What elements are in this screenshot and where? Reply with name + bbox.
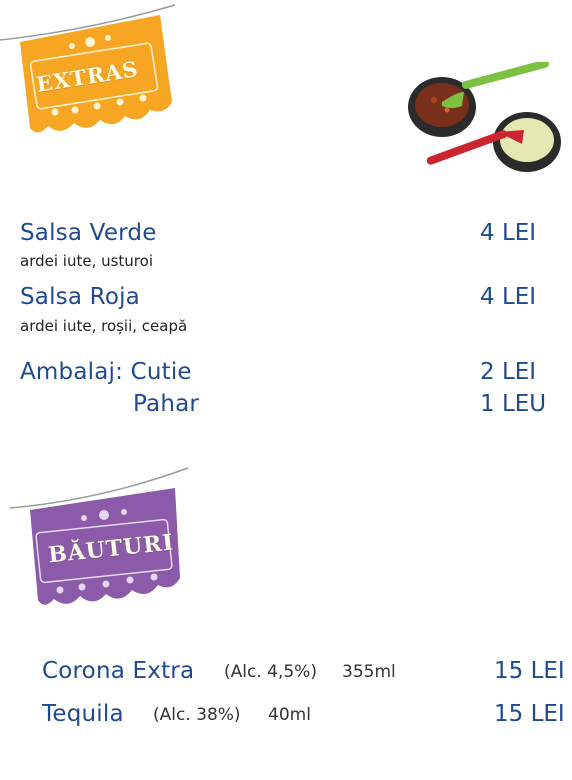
packaging-price-cup: 1 LEU — [480, 391, 547, 417]
packaging-label-cup: Pahar — [133, 391, 200, 417]
packaging-price-box: 2 LEI — [480, 359, 537, 385]
drink-price: 15 LEI — [494, 701, 565, 727]
item-price: 4 LEI — [480, 284, 537, 310]
item-price: 4 LEI — [480, 220, 537, 246]
drink-volume: 40ml — [268, 705, 311, 725]
item-name: Salsa Verde — [20, 220, 157, 246]
item-description: ardei iute, usturoi — [20, 252, 153, 270]
drink-price: 15 LEI — [494, 658, 565, 684]
drink-alcohol: (Alc. 4,5%) — [224, 662, 317, 682]
drink-volume: 355ml — [342, 662, 396, 682]
packaging-label: Ambalaj: Cutie — [20, 359, 192, 385]
salsa-bowls-image — [408, 62, 561, 172]
drink-name: Tequila — [42, 701, 124, 727]
item-description: ardei iute, roșii, ceapă — [20, 317, 188, 335]
drink-name: Corona Extra — [42, 658, 195, 684]
drink-alcohol: (Alc. 38%) — [153, 705, 241, 725]
item-name: Salsa Roja — [20, 284, 140, 310]
